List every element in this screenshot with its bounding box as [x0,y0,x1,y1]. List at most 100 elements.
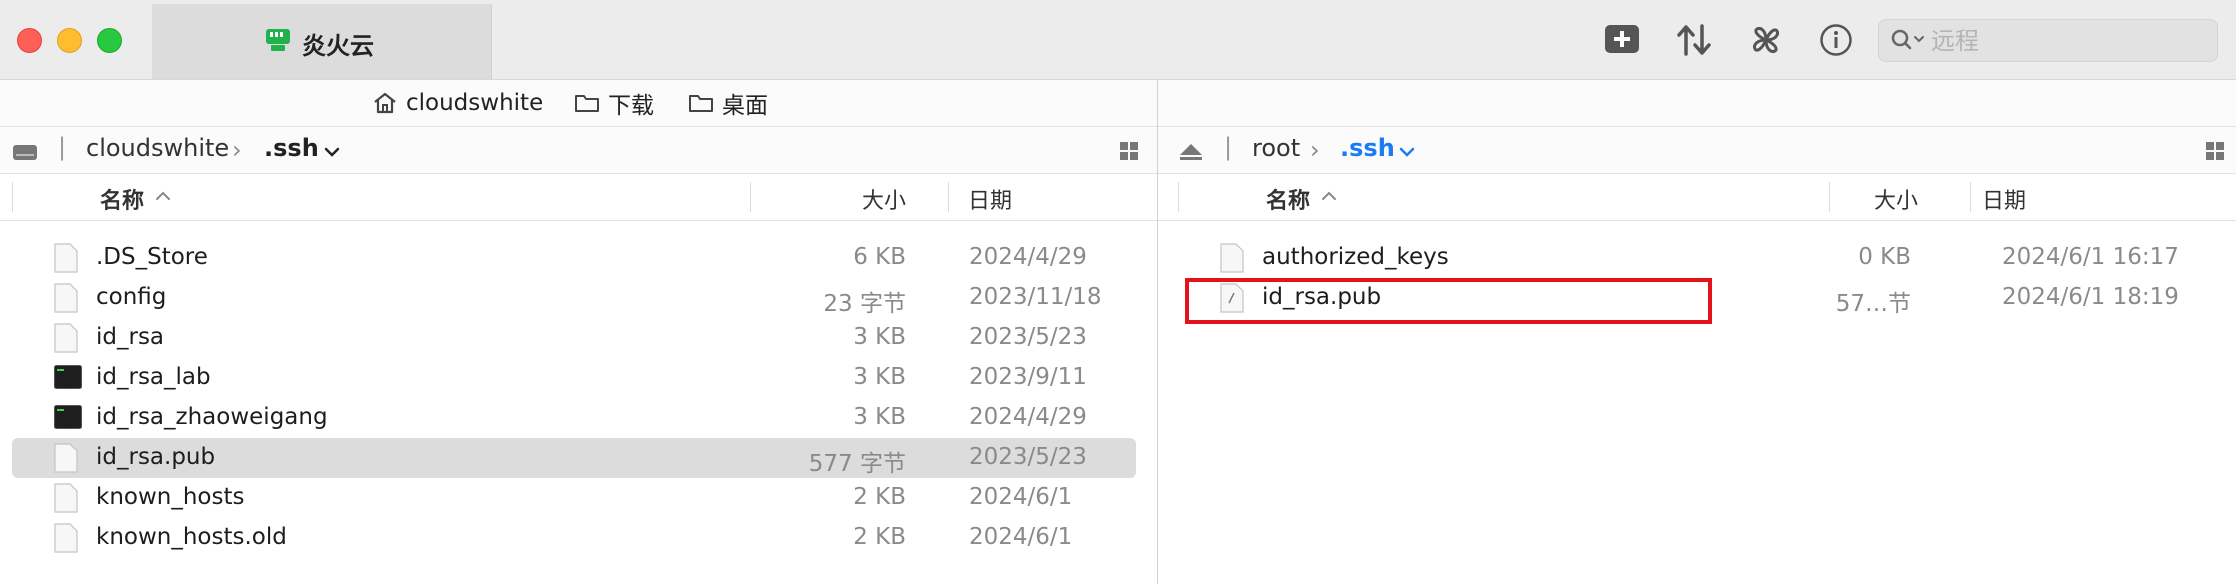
path-bar: | root › .ssh [1158,127,2236,174]
server-icon [266,29,290,51]
document-icon [54,243,78,273]
column-size[interactable]: 大小 [862,183,906,215]
search-input[interactable] [1929,24,2203,58]
file-name: known_hosts.old [96,524,287,550]
file-date: 2024/6/1 [969,524,1073,550]
grid-view-icon[interactable] [1120,142,1138,160]
file-date: 2023/9/11 [969,364,1087,390]
column-date[interactable]: 日期 [1982,183,2026,215]
file-row[interactable]: config 23 字节 2023/11/18 [12,278,1136,318]
favorites-bar [1158,80,2236,127]
zoom-window-button[interactable] [97,28,122,53]
highlight-annotation-box [1185,278,1712,324]
file-row[interactable]: known_hosts 2 KB 2024/6/1 [12,478,1136,518]
file-name: id_rsa.pub [96,444,216,470]
file-row[interactable]: id_rsa_lab 3 KB 2023/9/11 [12,358,1136,398]
terminal-file-icon [54,405,82,429]
terminal-file-icon [54,365,82,389]
file-row[interactable]: id_rsa_zhaoweigang 3 KB 2024/4/29 [12,398,1136,438]
file-row[interactable]: id_rsa 3 KB 2023/5/23 [12,318,1136,358]
file-name: id_rsa [96,324,165,350]
document-icon [54,443,78,473]
document-icon [54,483,78,513]
new-item-button[interactable] [1604,22,1640,58]
file-date: 2023/5/23 [969,444,1087,470]
file-name: config [96,284,167,310]
local-pane: cloudswhite 下载 桌面 | cloudswhite › .ssh 名… [0,80,1158,584]
file-name: known_hosts [96,484,245,510]
chevron-right-icon: › [232,136,242,164]
file-size: 3 KB [853,324,906,350]
activity-button[interactable] [1748,22,1784,58]
file-size: 2 KB [853,524,906,550]
file-date: 2023/5/23 [969,324,1087,350]
fan-icon [1753,27,1779,53]
file-name: id_rsa_zhaoweigang [96,404,328,430]
search-field[interactable] [1878,19,2218,62]
title-bar: 炎火云 [0,0,2236,80]
breadcrumb-root[interactable]: root [1252,134,1300,162]
sftp-window: 炎火云 远程 cloudswhite 下载 桌面 | cloudswhite ›… [0,0,2236,584]
file-row-selected[interactable]: id_rsa.pub 577 字节 2023/5/23 [12,438,1136,478]
breadcrumb-current[interactable]: .ssh [1340,134,1395,162]
chevron-right-icon: › [1310,136,1320,164]
file-row[interactable]: known_hosts.old 2 KB 2024/6/1 [12,518,1136,558]
file-name: id_rsa_lab [96,364,211,390]
file-row[interactable]: .DS_Store 6 KB 2024/4/29 [12,238,1136,278]
column-name[interactable]: 名称 [1266,183,1310,215]
column-header: 名称 大小 日期 [1158,174,2236,221]
eject-icon[interactable] [1178,142,1204,162]
document-icon [1220,243,1244,273]
search-icon [1891,29,1924,50]
path-separator: | [58,133,67,161]
file-date: 2024/6/1 [969,484,1073,510]
favorite-desktop[interactable]: 桌面 [688,86,768,120]
transfer-button[interactable] [1676,22,1712,58]
chevron-down-icon[interactable] [324,146,340,158]
remote-pane: | root › .ssh 名称 大小 日期 authorized_keys 0… [1158,80,2236,584]
file-date: 2024/4/29 [969,244,1087,270]
transfer-arrows-icon [1677,24,1711,56]
file-size: 23 字节 [823,291,906,317]
file-date: 2024/6/1 18:19 [2002,284,2179,310]
column-date[interactable]: 日期 [968,183,1012,215]
sort-ascending-icon [1322,191,1336,200]
chevron-down-icon[interactable] [1399,146,1415,158]
document-icon [54,323,78,353]
close-window-button[interactable] [17,28,42,53]
tab-active[interactable]: 炎火云 [152,4,492,79]
folder-icon [575,95,599,112]
document-icon [54,283,78,313]
folder-icon [689,95,713,112]
favorite-label: 下载 [608,93,654,119]
disk-icon[interactable] [12,141,38,163]
document-icon [54,523,78,553]
minimize-window-button[interactable] [57,28,82,53]
favorites-bar: cloudswhite 下载 桌面 [0,80,1157,127]
column-header: 名称 大小 日期 [0,174,1157,221]
new-plus-icon [1605,25,1639,53]
file-size: 3 KB [853,364,906,390]
file-name: authorized_keys [1262,244,1449,270]
favorite-home[interactable]: cloudswhite [372,86,543,120]
file-size: 2 KB [853,484,906,510]
file-size: 6 KB [853,244,906,270]
favorite-label: cloudswhite [406,90,544,116]
file-size: 577 字节 [808,451,906,477]
path-separator: | [1224,133,1233,161]
file-row[interactable]: authorized_keys 0 KB 2024/6/1 16:17 [1178,238,2218,278]
column-name[interactable]: 名称 [100,183,144,215]
sort-ascending-icon [156,191,170,200]
favorite-downloads[interactable]: 下载 [574,86,654,120]
grid-view-icon[interactable] [2206,142,2224,160]
file-name: .DS_Store [96,244,208,270]
file-size: 57…节 [1835,291,1911,317]
home-icon [374,92,396,114]
info-icon [1820,24,1852,56]
breadcrumb-current[interactable]: .ssh [264,134,319,162]
column-size[interactable]: 大小 [1874,183,1918,215]
file-size: 3 KB [853,404,906,430]
breadcrumb-root[interactable]: cloudswhite [86,134,229,162]
info-button[interactable] [1818,22,1854,58]
tab-title: 炎火云 [302,32,374,60]
